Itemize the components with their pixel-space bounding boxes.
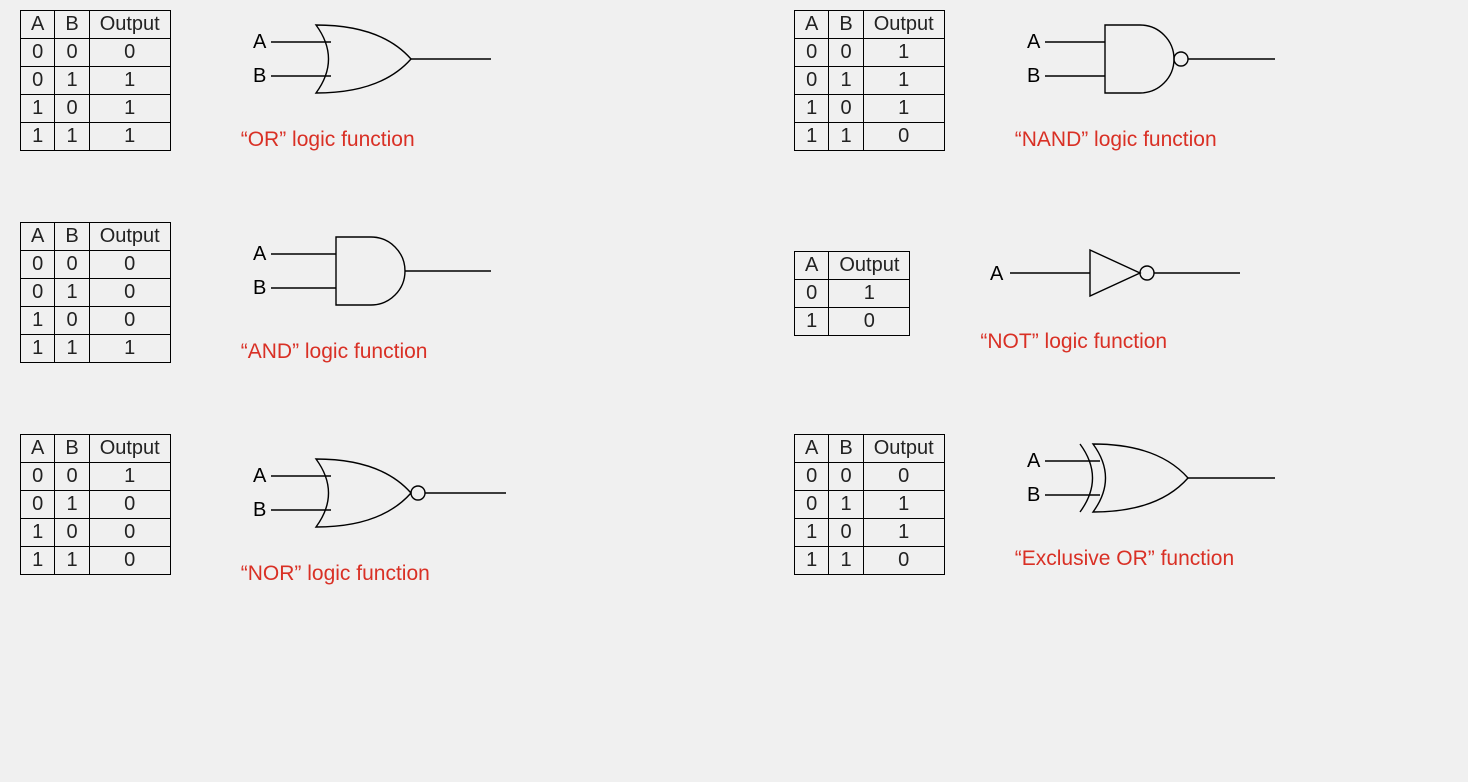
table-row: 101 (795, 95, 945, 123)
table-header: Output (863, 435, 944, 463)
table-header: B (829, 11, 863, 39)
svg-text:B: B (253, 499, 266, 521)
nand-truth-table: ABOutput001011101110 (794, 10, 945, 151)
table-header: Output (863, 11, 944, 39)
and-gate-icon: A B (241, 232, 501, 322)
not-gate-icon: A (980, 242, 1260, 312)
svg-text:A: A (990, 263, 1004, 285)
table-row: 100 (21, 307, 171, 335)
table-row: 010 (21, 279, 171, 307)
table-row: 000 (21, 251, 171, 279)
svg-text:B: B (1027, 484, 1040, 506)
table-row: 001 (21, 463, 171, 491)
table-header: A (21, 11, 55, 39)
table-header: A (21, 223, 55, 251)
table-row: 101 (21, 95, 171, 123)
table-header: Output (89, 11, 170, 39)
nor-caption: “NOR” logic function (241, 562, 430, 586)
table-header: B (55, 223, 89, 251)
or-truth-table: ABOutput000011101111 (20, 10, 171, 151)
table-row: 10 (795, 307, 910, 335)
table-row: 110 (795, 123, 945, 151)
xor-cell: ABOutput000011101110 A B “Exclusive OR” … (794, 434, 1448, 586)
svg-text:A: A (1027, 31, 1041, 53)
table-header: Output (89, 223, 170, 251)
table-header: A (21, 435, 55, 463)
svg-text:A: A (1027, 450, 1041, 472)
xor-gate-icon: A B (1015, 439, 1295, 529)
table-header: A (795, 435, 829, 463)
nand-caption: “NAND” logic function (1015, 128, 1217, 152)
and-caption: “AND” logic function (241, 340, 428, 364)
table-row: 010 (21, 491, 171, 519)
table-row: 000 (795, 463, 945, 491)
table-row: 111 (21, 335, 171, 363)
not-caption: “NOT” logic function (980, 330, 1167, 354)
svg-text:B: B (253, 65, 266, 87)
table-header: A (795, 251, 829, 279)
and-truth-table: ABOutput000010100111 (20, 222, 171, 363)
table-row: 011 (21, 67, 171, 95)
table-row: 110 (795, 547, 945, 575)
table-header: B (55, 11, 89, 39)
xor-caption: “Exclusive OR” function (1015, 547, 1234, 571)
table-row: 000 (21, 39, 171, 67)
table-row: 011 (795, 491, 945, 519)
or-cell: ABOutput000011101111 A B “OR” logic func… (20, 10, 674, 152)
not-truth-table: AOutput0110 (794, 251, 910, 336)
table-row: 011 (795, 67, 945, 95)
svg-text:A: A (253, 31, 267, 53)
not-cell: AOutput0110 A “NOT” logic function (794, 222, 1448, 364)
svg-text:B: B (1027, 65, 1040, 87)
table-row: 100 (21, 519, 171, 547)
svg-text:A: A (253, 243, 267, 265)
table-row: 101 (795, 519, 945, 547)
nand-cell: ABOutput001011101110 A B “NAND” logic fu… (794, 10, 1448, 152)
nor-cell: ABOutput001010100110 A B “NOR” logic fun… (20, 434, 674, 586)
table-header: B (55, 435, 89, 463)
nor-gate-icon: A B (241, 454, 521, 544)
table-header: Output (89, 435, 170, 463)
xor-truth-table: ABOutput000011101110 (794, 434, 945, 575)
table-row: 110 (21, 547, 171, 575)
or-caption: “OR” logic function (241, 128, 415, 152)
svg-text:A: A (253, 465, 267, 487)
table-row: 01 (795, 279, 910, 307)
table-header: Output (829, 251, 910, 279)
and-cell: ABOutput000010100111 A B “AND” logic fun… (20, 222, 674, 364)
table-header: B (829, 435, 863, 463)
table-header: A (795, 11, 829, 39)
table-row: 111 (21, 123, 171, 151)
nand-gate-icon: A B (1015, 20, 1295, 110)
svg-text:B: B (253, 277, 266, 299)
nor-truth-table: ABOutput001010100110 (20, 434, 171, 575)
or-gate-icon: A B (241, 20, 501, 110)
table-row: 001 (795, 39, 945, 67)
